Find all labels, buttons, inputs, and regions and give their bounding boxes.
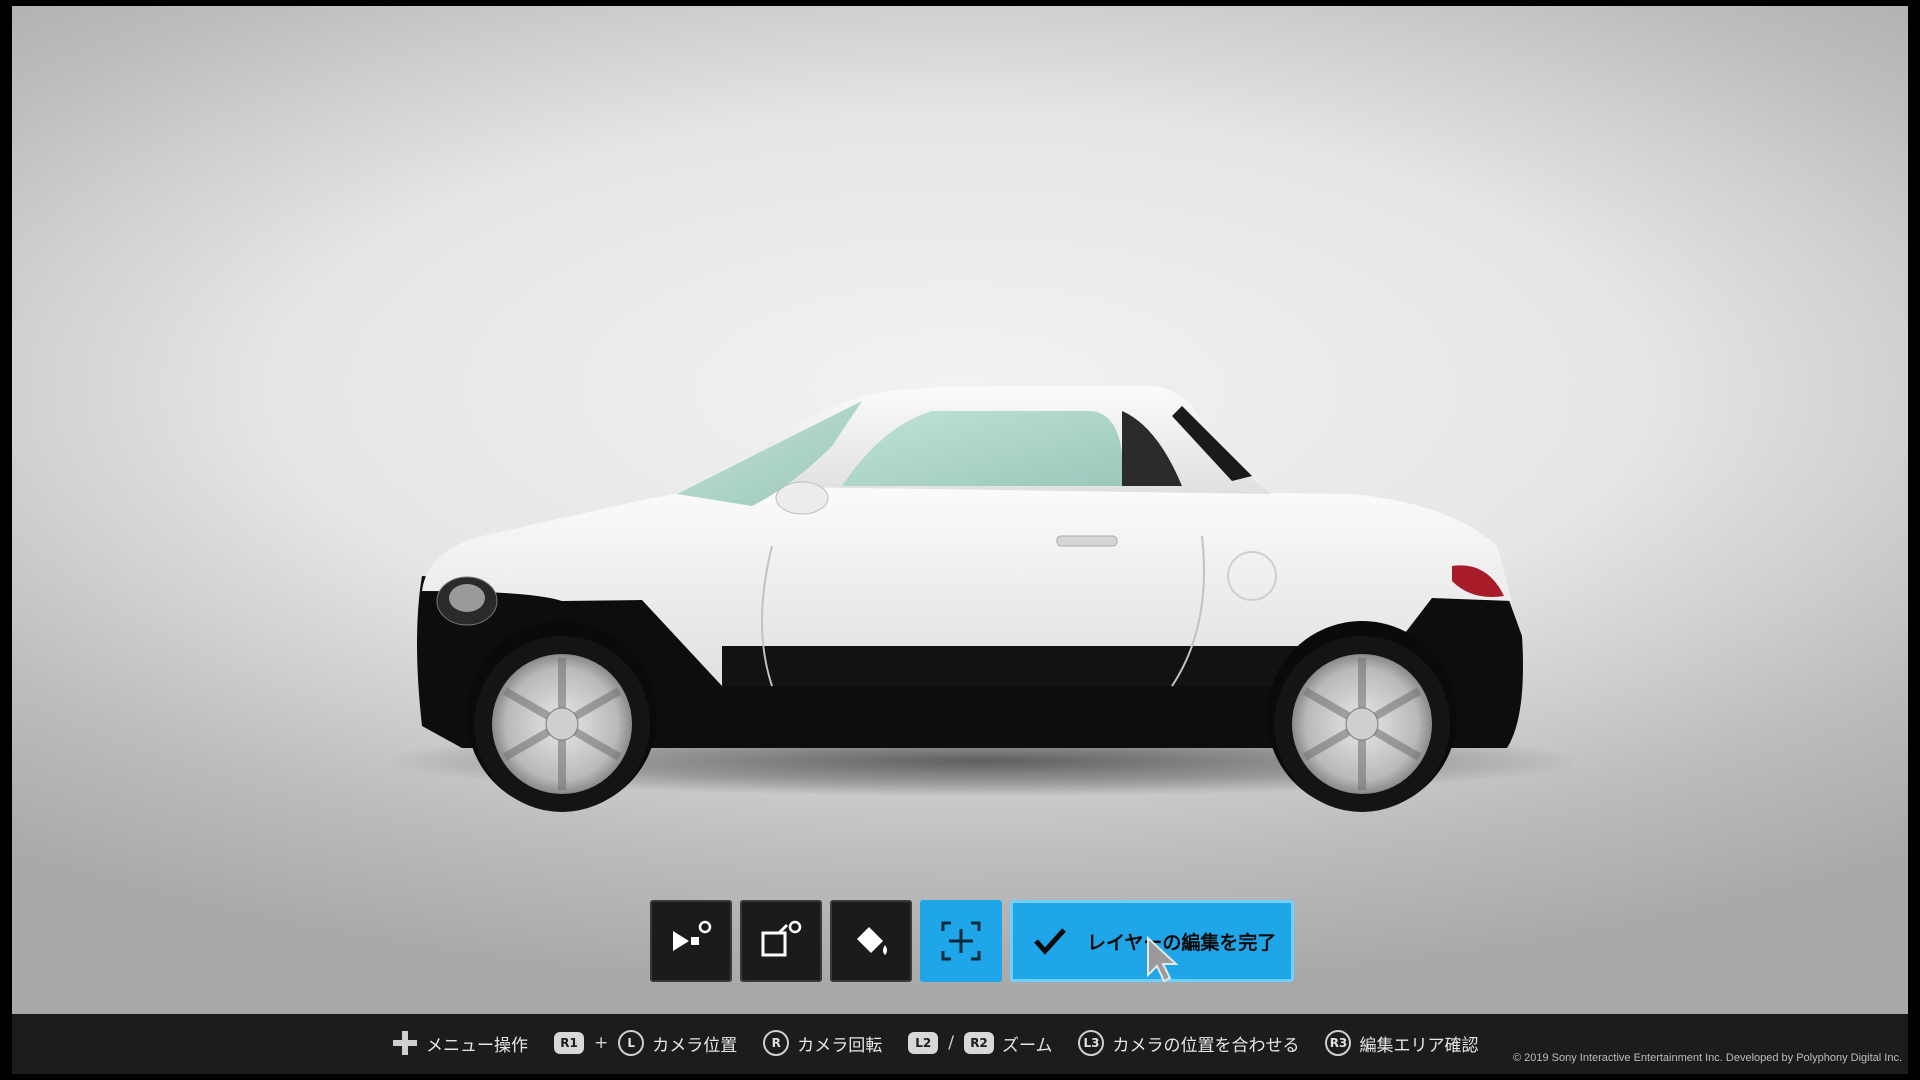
hint-camera-align-label: カメラの位置を合わせる	[1112, 1035, 1300, 1056]
hint-zoom: L2 / R2 ズーム	[908, 1031, 1052, 1056]
mouse-cursor-icon	[1147, 935, 1179, 983]
layer-settings-button[interactable]	[740, 900, 822, 982]
editor-toolbar: レイヤーの編集を完了	[650, 900, 1294, 982]
r2-button-icon: R2	[963, 1032, 994, 1054]
hint-menu-label: メニュー操作	[426, 1035, 528, 1056]
hint-camera-rotate-label: カメラ回転	[797, 1035, 883, 1056]
paint-bucket-icon	[857, 927, 887, 955]
hint-edit-area: R3 編集エリア確認	[1325, 1030, 1478, 1056]
l3-stick-icon: L3	[1078, 1030, 1105, 1056]
hint-menu: メニュー操作	[392, 1030, 528, 1056]
button-hint-bar: メニュー操作 R1 + L カメラ位置 R カメラ回転 L2 / R2 ズーム …	[12, 1014, 1908, 1074]
left-stick-icon: L	[618, 1030, 645, 1056]
move-layer-button[interactable]	[920, 900, 1002, 982]
hint-camera-position: R1 + L カメラ位置	[554, 1030, 737, 1056]
l2-button-icon: L2	[908, 1032, 939, 1054]
hint-zoom-label: ズーム	[1001, 1035, 1053, 1056]
hint-camera-align: L3 カメラの位置を合わせる	[1078, 1030, 1299, 1056]
livery-editor-viewport[interactable]: レイヤーの編集を完了	[12, 6, 1908, 1014]
hint-slash: /	[948, 1033, 954, 1053]
play-settings-button[interactable]	[650, 900, 732, 982]
copyright-notice: © 2019 Sony Interactive Entertainment In…	[1512, 1052, 1902, 1064]
paint-bucket-button[interactable]	[830, 900, 912, 982]
r3-stick-icon: R3	[1325, 1030, 1352, 1056]
play-settings-icon	[673, 920, 712, 951]
hint-camera-rotate: R カメラ回転	[763, 1030, 882, 1056]
checkmark-icon	[1034, 928, 1066, 955]
car-model[interactable]	[392, 386, 1542, 826]
r1-button-icon: R1	[554, 1032, 584, 1054]
dpad-icon	[393, 1031, 417, 1055]
layer-settings-icon	[761, 920, 802, 957]
right-stick-icon: R	[763, 1030, 790, 1056]
move-crosshair-icon	[941, 921, 981, 961]
hint-edit-area-label: 編集エリア確認	[1359, 1035, 1479, 1056]
finish-layer-edit-label: レイヤーの編集を完了	[1087, 931, 1277, 954]
hint-camera-position-label: カメラ位置	[652, 1035, 738, 1056]
hint-plus: +	[594, 1033, 609, 1053]
